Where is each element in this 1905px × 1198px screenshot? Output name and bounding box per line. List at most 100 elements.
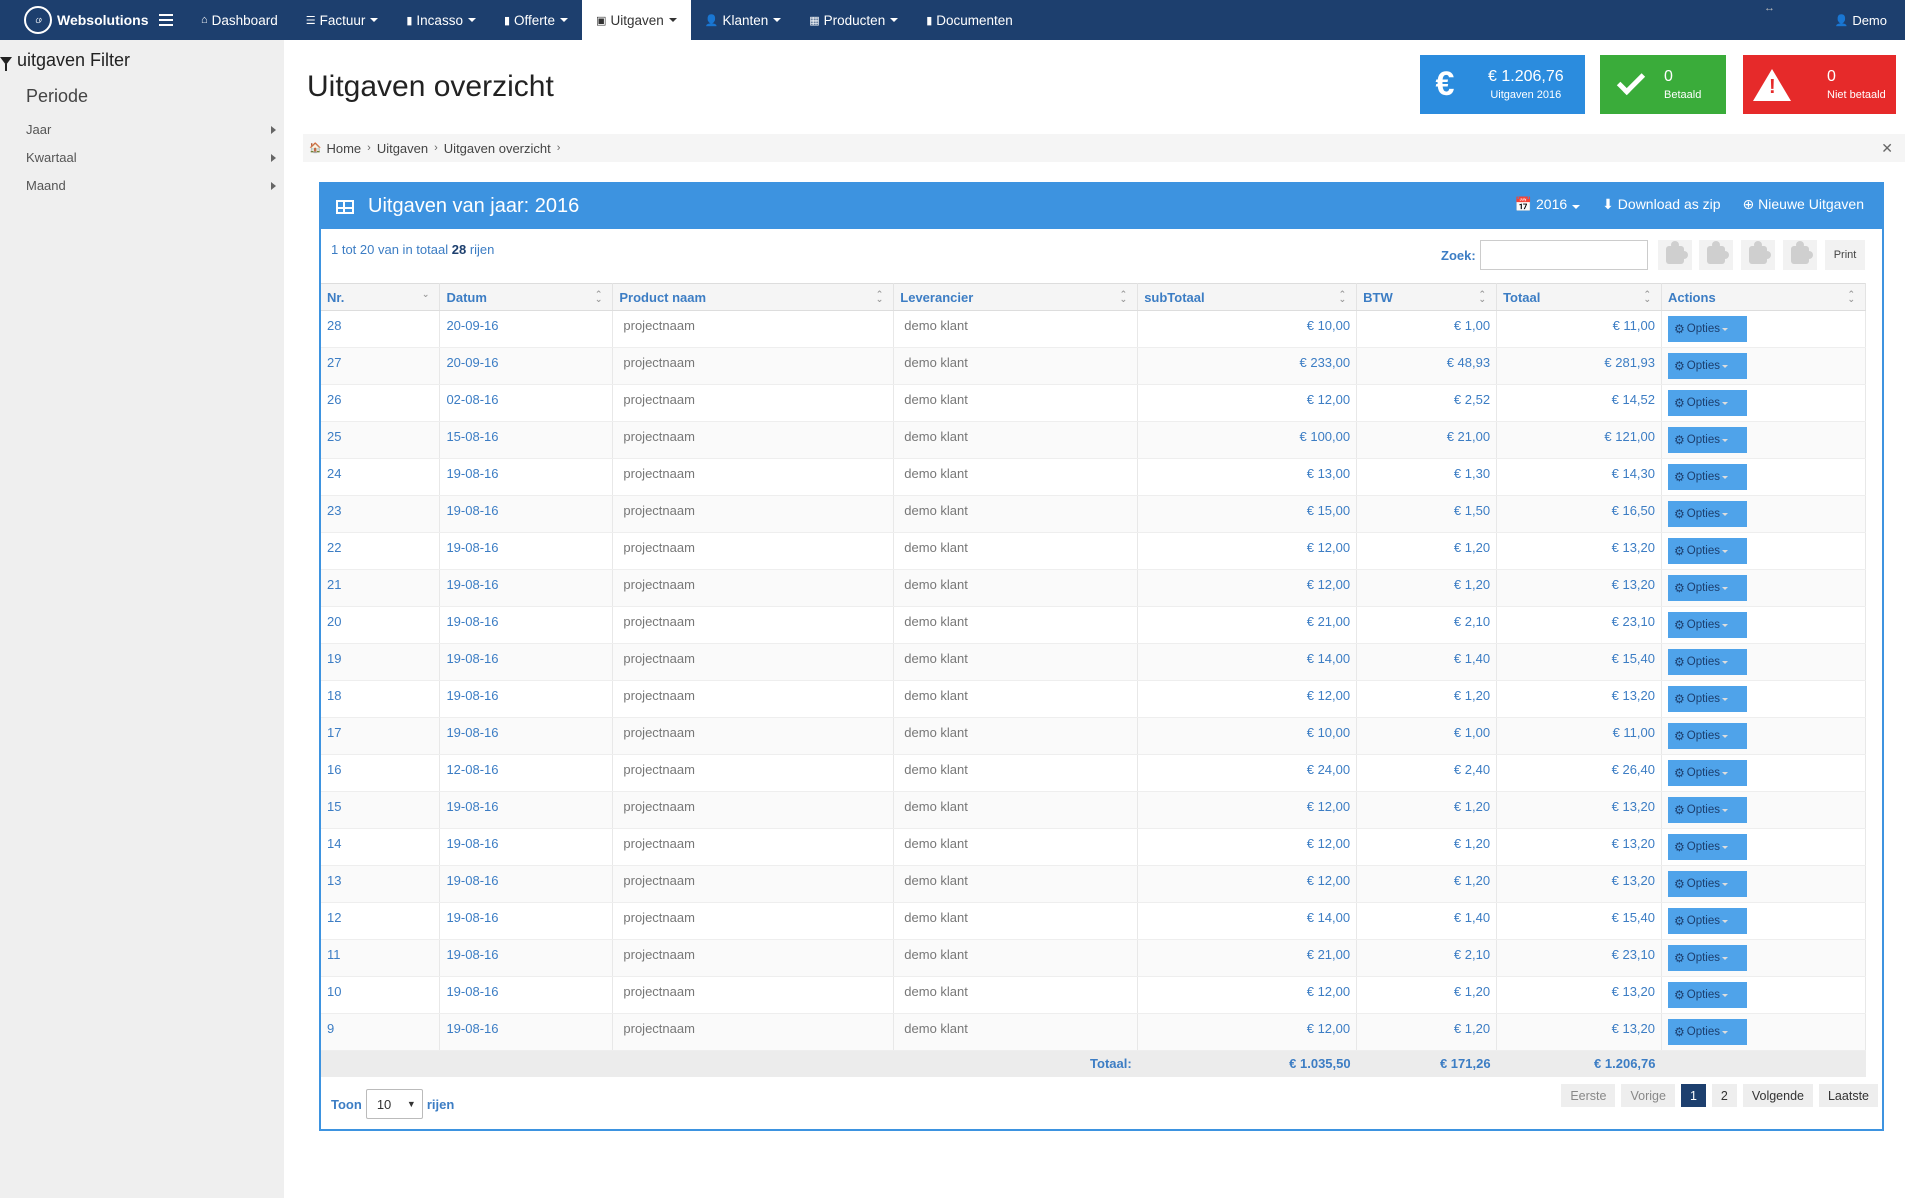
- opties-button[interactable]: ⚙ Opties: [1668, 1019, 1747, 1045]
- stat-uitgaven[interactable]: € € 1.206,76 Uitgaven 2016: [1420, 55, 1585, 114]
- opties-button[interactable]: ⚙ Opties: [1668, 316, 1747, 342]
- puzzle-icon[interactable]: [1658, 240, 1692, 270]
- puzzle-icon[interactable]: [1783, 240, 1817, 270]
- nav-item-producten[interactable]: ▦ Producten: [795, 0, 912, 40]
- cell-nr[interactable]: 17: [321, 717, 441, 755]
- table-row[interactable]: 13 19-08-16 projectnaam demo klant € 12,00 € …: [321, 865, 1866, 903]
- opties-button[interactable]: ⚙ Opties: [1668, 908, 1747, 934]
- stat-niet-betaald[interactable]: ! 0 Niet betaald: [1743, 55, 1896, 114]
- page-first-button[interactable]: Eerste: [1561, 1084, 1616, 1107]
- table-row[interactable]: 25 15-08-16 projectnaam demo klant € 100,00 €…: [321, 421, 1866, 459]
- opties-button[interactable]: ⚙ Opties: [1668, 390, 1747, 416]
- cell-nr[interactable]: 25: [321, 421, 441, 459]
- cell-nr[interactable]: 14: [321, 828, 441, 866]
- breadcrumb-uitgaven[interactable]: Uitgaven: [377, 141, 428, 156]
- print-button[interactable]: Print: [1825, 240, 1865, 270]
- cell-nr[interactable]: 28: [321, 310, 441, 348]
- nav-item-incasso[interactable]: ▮ Incasso: [392, 0, 490, 40]
- cell-nr[interactable]: 27: [321, 347, 441, 385]
- nav-item-klanten[interactable]: 👤 Klanten: [691, 0, 796, 40]
- column-header-totaal[interactable]: Totaal ⌃ ⌄: [1496, 283, 1662, 311]
- table-row[interactable]: 24 19-08-16 projectnaam demo klant € 13,00 € …: [321, 458, 1866, 496]
- opties-button[interactable]: ⚙ Opties: [1668, 723, 1747, 749]
- page-2-button[interactable]: 2: [1711, 1084, 1737, 1107]
- cell-nr[interactable]: 16: [321, 754, 441, 792]
- puzzle-icon[interactable]: [1699, 240, 1733, 270]
- opties-button[interactable]: ⚙ Opties: [1668, 686, 1747, 712]
- column-header-nr[interactable]: Nr. ⌄: [321, 283, 441, 311]
- breadcrumb-current[interactable]: Uitgaven overzicht: [444, 141, 551, 156]
- nav-item-factuur[interactable]: ☰ Factuur: [292, 0, 393, 40]
- brand[interactable]: ဖ Websolutions: [0, 0, 180, 40]
- opties-button[interactable]: ⚙ Opties: [1668, 982, 1747, 1008]
- year-dropdown-button[interactable]: 📅 2016: [1515, 196, 1581, 213]
- table-row[interactable]: 11 19-08-16 projectnaam demo klant € 21,00 € …: [321, 939, 1866, 977]
- cell-nr[interactable]: 11: [321, 939, 441, 977]
- nav-item-uitgaven[interactable]: ▣ Uitgaven: [582, 0, 691, 40]
- opties-button[interactable]: ⚙ Opties: [1668, 538, 1747, 564]
- rows-per-page-select[interactable]: 10 ▼: [365, 1089, 423, 1119]
- cell-nr[interactable]: 19: [321, 643, 441, 681]
- cell-nr[interactable]: 21: [321, 569, 441, 607]
- table-row[interactable]: 28 20-09-16 projectnaam demo klant € 10,00 € …: [321, 310, 1866, 348]
- user-menu[interactable]: 👤 Demo: [1835, 0, 1887, 40]
- table-row[interactable]: 20 19-08-16 projectnaam demo klant € 21,00 € …: [321, 606, 1866, 644]
- cell-nr[interactable]: 10: [321, 976, 441, 1014]
- page-prev-button[interactable]: Vorige: [1621, 1084, 1675, 1107]
- page-next-button[interactable]: Volgende: [1742, 1084, 1813, 1107]
- opties-button[interactable]: ⚙ Opties: [1668, 945, 1747, 971]
- table-row[interactable]: 27 20-09-16 projectnaam demo klant € 233,00 €…: [321, 347, 1866, 385]
- table-row[interactable]: 10 19-08-16 projectnaam demo klant € 12,00 € …: [321, 976, 1866, 1014]
- cell-nr[interactable]: 15: [321, 791, 441, 829]
- column-header-datum[interactable]: Datum ⌃ ⌄: [439, 283, 614, 311]
- table-row[interactable]: 15 19-08-16 projectnaam demo klant € 12,00 € …: [321, 791, 1866, 829]
- page-1-button[interactable]: 1: [1680, 1084, 1706, 1107]
- cell-nr[interactable]: 18: [321, 680, 441, 718]
- nav-item-documenten[interactable]: ▮ Documenten: [912, 0, 1027, 40]
- column-header-actions[interactable]: Actions ⌃ ⌄: [1661, 283, 1866, 311]
- download-zip-button[interactable]: ⬇ Download as zip: [1602, 196, 1720, 213]
- sidebar-item-jaar[interactable]: Jaar: [26, 122, 276, 137]
- puzzle-icon[interactable]: [1741, 240, 1775, 270]
- opties-button[interactable]: ⚙ Opties: [1668, 353, 1747, 379]
- table-row[interactable]: 14 19-08-16 projectnaam demo klant € 12,00 € …: [321, 828, 1866, 866]
- cell-nr[interactable]: 20: [321, 606, 441, 644]
- column-header-leverancier[interactable]: Leverancier ⌃ ⌄: [893, 283, 1139, 311]
- table-row[interactable]: 26 02-08-16 projectnaam demo klant € 12,00 € …: [321, 384, 1866, 422]
- stat-betaald[interactable]: 0 Betaald: [1600, 55, 1726, 114]
- opties-button[interactable]: ⚙ Opties: [1668, 760, 1747, 786]
- nav-item-offerte[interactable]: ▮ Offerte: [490, 0, 582, 40]
- opties-button[interactable]: ⚙ Opties: [1668, 427, 1747, 453]
- nav-item-dashboard[interactable]: ⌂ Dashboard: [187, 0, 292, 40]
- table-row[interactable]: 12 19-08-16 projectnaam demo klant € 14,00 € …: [321, 902, 1866, 940]
- table-row[interactable]: 9 19-08-16 projectnaam demo klant € 12,00 € 1…: [321, 1013, 1866, 1051]
- opties-button[interactable]: ⚙ Opties: [1668, 501, 1747, 527]
- table-row[interactable]: 22 19-08-16 projectnaam demo klant € 12,00 € …: [321, 532, 1866, 570]
- column-header-btw[interactable]: BTW ⌃ ⌄: [1356, 283, 1498, 311]
- sidebar-item-kwartaal[interactable]: Kwartaal: [26, 150, 276, 165]
- cell-nr[interactable]: 22: [321, 532, 441, 570]
- cell-nr[interactable]: 26: [321, 384, 441, 422]
- table-row[interactable]: 23 19-08-16 projectnaam demo klant € 15,00 € …: [321, 495, 1866, 533]
- table-row[interactable]: 16 12-08-16 projectnaam demo klant € 24,00 € …: [321, 754, 1866, 792]
- cell-nr[interactable]: 23: [321, 495, 441, 533]
- opties-button[interactable]: ⚙ Opties: [1668, 649, 1747, 675]
- sidebar-item-maand[interactable]: Maand: [26, 178, 276, 193]
- column-header-subtotaal[interactable]: subTotaal ⌃ ⌄: [1137, 283, 1358, 311]
- opties-button[interactable]: ⚙ Opties: [1668, 575, 1747, 601]
- cell-nr[interactable]: 13: [321, 865, 441, 903]
- resize-icon[interactable]: ↔: [1764, 2, 1775, 14]
- column-header-product-naam[interactable]: Product naam ⌃ ⌄: [612, 283, 895, 311]
- breadcrumb-home[interactable]: Home: [326, 141, 361, 156]
- search-input[interactable]: [1480, 240, 1648, 270]
- cell-nr[interactable]: 12: [321, 902, 441, 940]
- table-row[interactable]: 17 19-08-16 projectnaam demo klant € 10,00 € …: [321, 717, 1866, 755]
- opties-button[interactable]: ⚙ Opties: [1668, 871, 1747, 897]
- page-last-button[interactable]: Laatste: [1818, 1084, 1878, 1107]
- close-icon[interactable]: ✕: [1881, 140, 1893, 157]
- new-uitgaven-button[interactable]: ⊕ Nieuwe Uitgaven: [1743, 196, 1864, 213]
- table-row[interactable]: 18 19-08-16 projectnaam demo klant € 12,00 € …: [321, 680, 1866, 718]
- opties-button[interactable]: ⚙ Opties: [1668, 834, 1747, 860]
- opties-button[interactable]: ⚙ Opties: [1668, 612, 1747, 638]
- cell-nr[interactable]: 9: [321, 1013, 441, 1051]
